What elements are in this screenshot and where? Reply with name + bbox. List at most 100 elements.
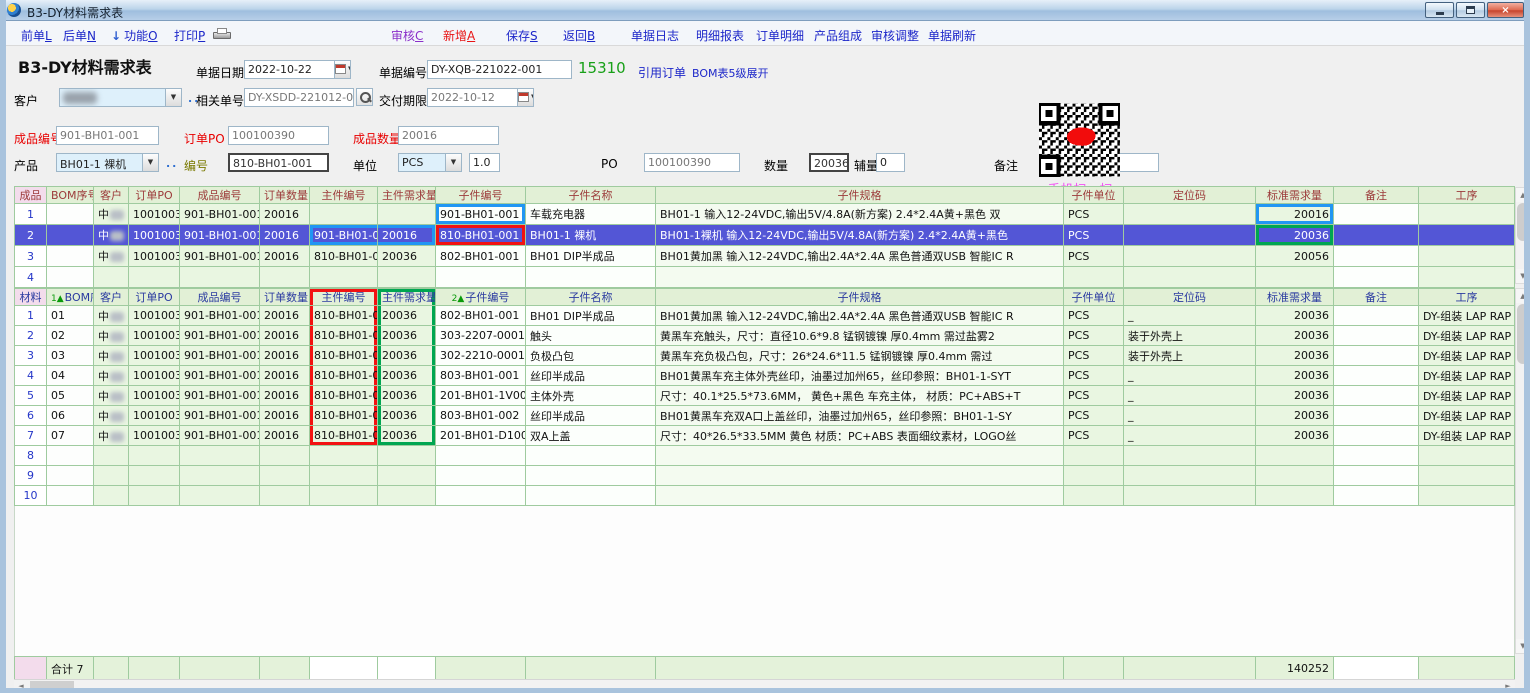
table-cell[interactable] bbox=[1334, 446, 1419, 466]
table-cell[interactable]: 主体外壳 bbox=[526, 386, 656, 406]
table-cell[interactable]: 810-BH01-001 bbox=[310, 246, 378, 267]
menu-item-功能[interactable]: ↓功能O bbox=[111, 27, 158, 44]
highlighted-cell[interactable]: 20036 bbox=[378, 366, 436, 386]
table-cell[interactable]: 901-BH01-001 bbox=[180, 366, 260, 386]
unit-combo[interactable]: PCS▼ bbox=[398, 153, 462, 172]
table-cell[interactable] bbox=[1334, 466, 1419, 486]
table-cell[interactable]: 201-BH01-D1001 bbox=[436, 426, 526, 446]
column-header[interactable]: 标准需求量 bbox=[1256, 187, 1334, 204]
unit-factor-field[interactable]: 1.0 bbox=[469, 153, 500, 172]
ref-order-link[interactable]: 引用订单 bbox=[638, 64, 686, 81]
column-header[interactable]: 子件编号 bbox=[436, 187, 526, 204]
table-cell[interactable]: 中 bbox=[94, 406, 129, 426]
table-cell[interactable] bbox=[1419, 204, 1515, 225]
column-header[interactable]: 子件规格 bbox=[656, 289, 1064, 306]
column-header[interactable]: 成品编号 bbox=[180, 187, 260, 204]
table-cell[interactable]: 20016 bbox=[260, 426, 310, 446]
po-field[interactable]: 100100390 bbox=[644, 153, 740, 172]
product-qty-field[interactable]: 20016 bbox=[398, 126, 499, 145]
table-cell[interactable]: 3 bbox=[15, 346, 47, 366]
table-cell[interactable] bbox=[656, 267, 1064, 288]
table-cell[interactable]: PCS bbox=[1064, 326, 1124, 346]
menu-item-审核[interactable]: 审核C bbox=[391, 27, 423, 44]
table-cell[interactable] bbox=[47, 466, 94, 486]
scrollbar-thumb[interactable] bbox=[1517, 203, 1529, 241]
table-cell[interactable] bbox=[180, 267, 260, 288]
table-cell[interactable]: 901-BH01-001 bbox=[180, 306, 260, 326]
table-cell[interactable] bbox=[1419, 446, 1515, 466]
table-cell[interactable]: 07 bbox=[47, 426, 94, 446]
column-header[interactable]: 定位码 bbox=[1124, 187, 1256, 204]
menu-item-返回[interactable]: 返回B bbox=[563, 27, 595, 44]
menu-item-单据刷新[interactable]: 单据刷新 bbox=[928, 27, 976, 44]
table-cell[interactable]: _ bbox=[1124, 426, 1256, 446]
table-cell[interactable]: DY-组装 LAP RAP bbox=[1419, 306, 1515, 326]
table-cell[interactable]: 201-BH01-1V001 bbox=[436, 386, 526, 406]
table-cell[interactable] bbox=[94, 446, 129, 466]
column-header[interactable]: BOM序号 bbox=[47, 187, 94, 204]
table-cell[interactable]: BH01 DIP半成品 bbox=[526, 306, 656, 326]
scrollbar-thumb[interactable] bbox=[30, 681, 74, 692]
highlighted-cell[interactable]: 810-BH01-001 bbox=[310, 426, 378, 446]
highlighted-cell[interactable]: 901-BH01-001 bbox=[436, 204, 526, 225]
highlighted-cell[interactable]: 20016 bbox=[378, 225, 436, 246]
table-cell[interactable] bbox=[1256, 267, 1334, 288]
table-cell[interactable] bbox=[47, 204, 94, 225]
table-row[interactable]: 8 bbox=[15, 446, 1515, 466]
table-row[interactable]: 707中100100390901-BH01-00120016810-BH01-0… bbox=[15, 426, 1515, 446]
table-cell[interactable]: PCS bbox=[1064, 366, 1124, 386]
table-cell[interactable] bbox=[1419, 486, 1515, 506]
table-cell[interactable] bbox=[1124, 246, 1256, 267]
calendar-dropdown-icon[interactable]: ▼ bbox=[517, 89, 533, 106]
table-cell[interactable]: 901-BH01-001 bbox=[180, 346, 260, 366]
product-code-field[interactable]: 901-BH01-001 bbox=[56, 126, 159, 145]
table-cell[interactable]: BH01黄加黑 输入12-24VDC,输出2.4A*2.4A 黑色普通双USB … bbox=[656, 306, 1064, 326]
table-cell[interactable] bbox=[1256, 486, 1334, 506]
highlighted-cell[interactable]: 810-BH01-001 bbox=[310, 346, 378, 366]
table-cell[interactable]: PCS bbox=[1064, 225, 1124, 246]
table-cell[interactable]: 尺寸：40*26.5*33.5MM 黄色 材质：PC+ABS 表面细纹素材，LO… bbox=[656, 426, 1064, 446]
table-cell[interactable]: 丝印半成品 bbox=[526, 366, 656, 386]
calendar-dropdown-icon[interactable]: ▼ bbox=[334, 61, 350, 78]
menu-item-打印[interactable]: 打印P bbox=[174, 27, 205, 44]
table-cell[interactable]: 20056 bbox=[1256, 246, 1334, 267]
table-cell[interactable]: 100100390 bbox=[129, 406, 180, 426]
code-field[interactable]: 810-BH01-001 bbox=[228, 153, 329, 172]
table-row[interactable]: 1中100100390901-BH01-00120016901-BH01-001… bbox=[15, 204, 1515, 225]
table-row[interactable]: 404中100100390901-BH01-00120016810-BH01-0… bbox=[15, 366, 1515, 386]
column-header[interactable]: 标准需求量 bbox=[1256, 289, 1334, 306]
table-cell[interactable] bbox=[1124, 225, 1256, 246]
menu-item-订单明细[interactable]: 订单明细 bbox=[756, 27, 804, 44]
table-cell[interactable]: 装于外壳上 bbox=[1124, 326, 1256, 346]
table-cell[interactable] bbox=[94, 267, 129, 288]
table-cell[interactable]: 车载充电器 bbox=[526, 204, 656, 225]
table-cell[interactable]: BH01黄黑车充主体外壳丝印，油墨过加州65，丝印参照：BH01-1-SYT bbox=[656, 366, 1064, 386]
table-cell[interactable]: 803-BH01-001 bbox=[436, 366, 526, 386]
table-cell[interactable] bbox=[1334, 267, 1419, 288]
table-cell[interactable]: 尺寸：40.1*25.5*73.6MM， 黄色+黑色 车充主体， 材质：PC+A… bbox=[656, 386, 1064, 406]
table-cell[interactable] bbox=[180, 466, 260, 486]
table-cell[interactable] bbox=[378, 446, 436, 466]
table-cell[interactable] bbox=[47, 486, 94, 506]
table-cell[interactable]: 中 bbox=[94, 204, 129, 225]
table-cell[interactable]: 1 bbox=[15, 306, 47, 326]
column-header[interactable]: 客户 bbox=[94, 187, 129, 204]
table-cell[interactable] bbox=[526, 267, 656, 288]
table-cell[interactable] bbox=[1334, 346, 1419, 366]
table-cell[interactable]: 20036 bbox=[1256, 346, 1334, 366]
menu-item-单据日志[interactable]: 单据日志 bbox=[631, 27, 679, 44]
table-cell[interactable] bbox=[47, 246, 94, 267]
highlighted-cell[interactable]: 810-BH01-001 bbox=[310, 406, 378, 426]
table-cell[interactable]: PCS bbox=[1064, 306, 1124, 326]
table-cell[interactable]: 6 bbox=[15, 406, 47, 426]
highlighted-cell[interactable]: 810-BH01-001 bbox=[310, 366, 378, 386]
table-cell[interactable] bbox=[129, 466, 180, 486]
table-cell[interactable]: 4 bbox=[15, 366, 47, 386]
table-cell[interactable] bbox=[378, 486, 436, 506]
table-cell[interactable] bbox=[436, 267, 526, 288]
table-cell[interactable] bbox=[526, 446, 656, 466]
table-cell[interactable]: 20036 bbox=[1256, 406, 1334, 426]
column-header[interactable]: 工序 bbox=[1419, 289, 1515, 306]
column-header[interactable]: 主件编号 bbox=[310, 187, 378, 204]
table-cell[interactable] bbox=[94, 486, 129, 506]
